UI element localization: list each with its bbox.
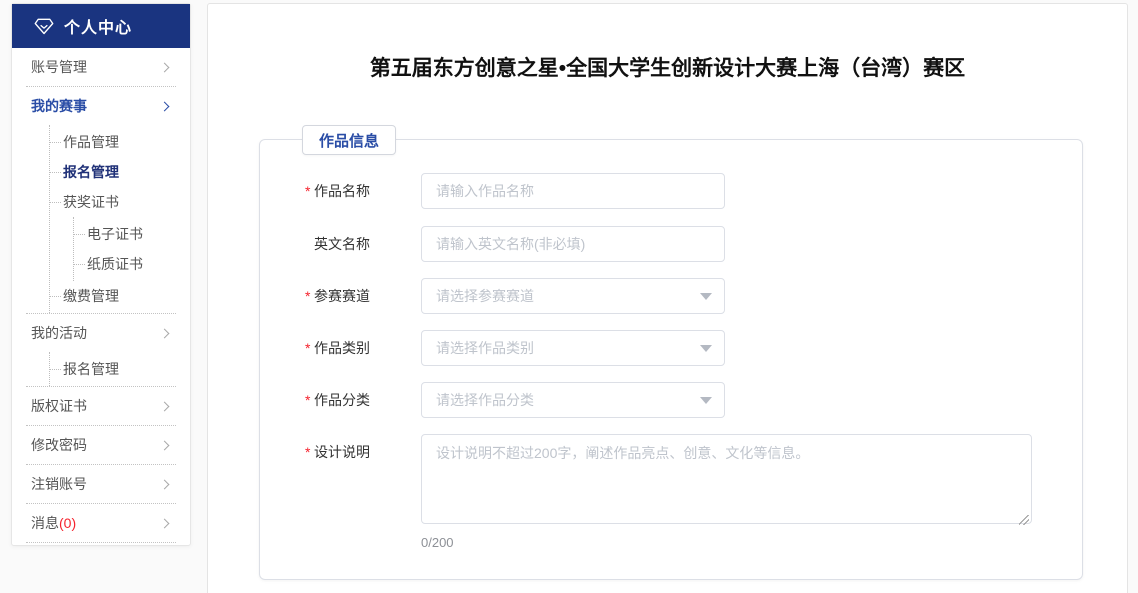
select-placeholder: 请选择参赛赛道 bbox=[436, 288, 534, 304]
tree-dash bbox=[50, 201, 61, 203]
sidebar-item-label: 注销账号 bbox=[31, 476, 87, 492]
chevron-right-icon bbox=[159, 401, 170, 411]
field-label-classification: * 作品分类 bbox=[305, 382, 421, 418]
caret-down-icon bbox=[700, 396, 712, 404]
sidebar-item-delete-account[interactable]: 注销账号 bbox=[24, 465, 178, 503]
classification-select[interactable]: 请选择作品分类 bbox=[421, 382, 725, 418]
category-select[interactable]: 请选择作品类别 bbox=[421, 330, 725, 366]
sidebar-item-payment[interactable]: 缴费管理 bbox=[50, 281, 178, 311]
sidebar-item-label: 缴费管理 bbox=[63, 288, 119, 304]
chevron-right-icon bbox=[159, 101, 170, 111]
sidebar-item-label: 作品管理 bbox=[63, 134, 119, 150]
sidebar-item-label: 我的活动 bbox=[31, 325, 87, 341]
work-name-input[interactable] bbox=[421, 173, 725, 209]
chevron-right-icon bbox=[159, 518, 170, 528]
sidebar-item-label: 修改密码 bbox=[31, 437, 87, 453]
required-mark: * bbox=[305, 288, 311, 304]
sidebar-subtree-certs: 电子证书 纸质证书 bbox=[73, 217, 178, 281]
sidebar-item-label: 版权证书 bbox=[31, 398, 87, 414]
chevron-right-icon bbox=[159, 62, 170, 72]
select-placeholder: 请选择作品类别 bbox=[436, 340, 534, 356]
tree-dash bbox=[50, 141, 61, 143]
tree-dash bbox=[50, 295, 61, 297]
field-label-category: * 作品类别 bbox=[305, 330, 421, 366]
caret-down-icon bbox=[700, 344, 712, 352]
sidebar-item-label: 获奖证书 bbox=[63, 194, 119, 210]
sidebar-subtree-activities: 报名管理 bbox=[49, 352, 178, 386]
caret-down-icon bbox=[700, 292, 712, 300]
sidebar-item-label: 我的赛事 bbox=[31, 98, 87, 114]
tree-dash bbox=[74, 263, 85, 265]
sidebar-title: 个人中心 bbox=[64, 20, 133, 37]
sidebar-item-paper-cert[interactable]: 纸质证书 bbox=[74, 249, 178, 279]
sidebar-item-signup-manage[interactable]: 报名管理 bbox=[50, 157, 178, 187]
tree-dash bbox=[74, 233, 85, 235]
sidebar-item-label: 纸质证书 bbox=[87, 256, 143, 272]
sidebar-item-copyright-cert[interactable]: 版权证书 bbox=[24, 387, 178, 425]
sidebar-item-change-password[interactable]: 修改密码 bbox=[24, 426, 178, 464]
select-placeholder: 请选择作品分类 bbox=[436, 392, 534, 408]
sidebar-item-messages[interactable]: 消息(0) bbox=[24, 504, 178, 542]
main-panel: 第五届东方创意之星•全国大学生创新设计大赛上海（台湾）赛区 作品信息 * 作品名… bbox=[207, 3, 1128, 593]
chevron-right-icon bbox=[159, 328, 170, 338]
field-label-english-name: 英文名称 bbox=[314, 236, 370, 252]
sidebar-item-label: 账号管理 bbox=[31, 59, 87, 75]
gem-icon bbox=[34, 18, 54, 35]
section-legend: 作品信息 bbox=[302, 125, 397, 155]
sidebar-item-my-activities[interactable]: 我的活动 bbox=[24, 314, 178, 352]
tree-dash bbox=[50, 171, 61, 173]
required-mark: * bbox=[305, 340, 311, 356]
sidebar-item-my-contests[interactable]: 我的赛事 bbox=[24, 87, 178, 125]
field-label-description: * 设计说明 bbox=[305, 434, 421, 470]
page-title: 第五届东方创意之星•全国大学生创新设计大赛上海（台湾）赛区 bbox=[369, 57, 966, 80]
english-name-input[interactable] bbox=[421, 226, 725, 262]
work-info-fieldset: 作品信息 * 作品名称 英文名称 * 参赛赛道 请选择参赛赛道 bbox=[259, 125, 1083, 580]
sidebar-header: 个人中心 bbox=[12, 4, 190, 48]
track-select[interactable]: 请选择参赛赛道 bbox=[421, 278, 725, 314]
sidebar-item-account[interactable]: 账号管理 bbox=[24, 48, 178, 86]
divider bbox=[26, 542, 176, 543]
field-label-work-name: * 作品名称 bbox=[305, 173, 421, 209]
sidebar-item-label: 电子证书 bbox=[87, 226, 143, 242]
sidebar-item-label: 消息(0) bbox=[31, 515, 77, 531]
required-mark: * bbox=[305, 444, 311, 460]
field-label-track: * 参赛赛道 bbox=[305, 278, 421, 314]
sidebar: 个人中心 账号管理 我的赛事 作品管理 报名管理 获奖证书 电子证书 纸质证书 … bbox=[11, 3, 191, 546]
message-count-badge: (0) bbox=[59, 515, 77, 531]
sidebar-subtree-contests: 作品管理 报名管理 获奖证书 电子证书 纸质证书 缴费管理 bbox=[49, 125, 178, 313]
sidebar-item-award-cert[interactable]: 获奖证书 bbox=[50, 187, 178, 217]
chevron-right-icon bbox=[159, 440, 170, 450]
sidebar-item-activity-signup[interactable]: 报名管理 bbox=[50, 354, 178, 384]
sidebar-item-label: 报名管理 bbox=[63, 164, 119, 180]
description-textarea[interactable] bbox=[421, 434, 1032, 524]
chevron-right-icon bbox=[159, 479, 170, 489]
sidebar-item-label: 报名管理 bbox=[63, 361, 119, 377]
tree-dash bbox=[50, 368, 61, 370]
char-counter: 0/200 bbox=[421, 535, 454, 550]
required-mark: * bbox=[305, 183, 311, 199]
sidebar-item-work-manage[interactable]: 作品管理 bbox=[50, 127, 178, 157]
sidebar-item-e-cert[interactable]: 电子证书 bbox=[74, 219, 178, 249]
required-mark: * bbox=[305, 392, 311, 408]
